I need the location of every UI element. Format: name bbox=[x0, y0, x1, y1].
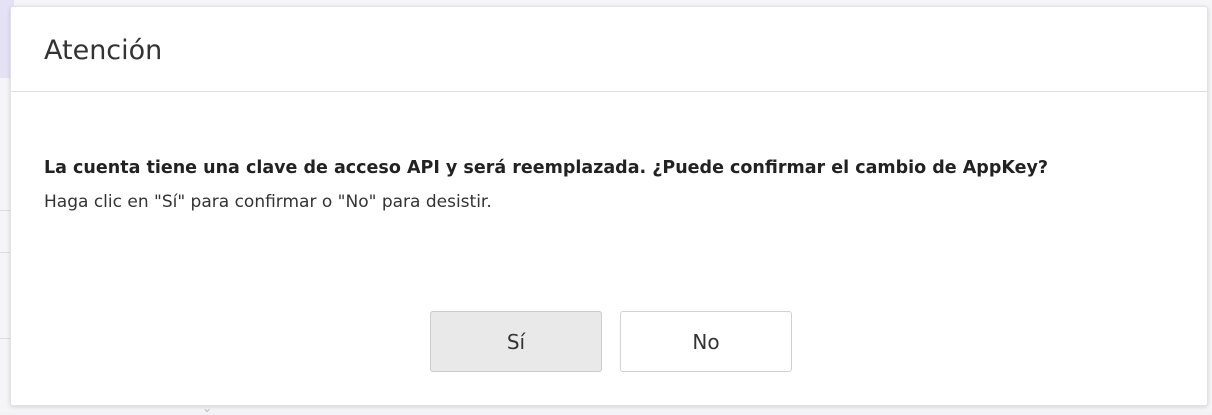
dialog-hint: Haga clic en "Sí" para confirmar o "No" … bbox=[44, 192, 492, 212]
dialog-footer: Sí No bbox=[11, 311, 1207, 372]
confirmation-dialog: Atención La cuenta tiene una clave de ac… bbox=[10, 6, 1208, 406]
dialog-message: La cuenta tiene una clave de acceso API … bbox=[44, 158, 1049, 178]
dialog-header: Atención bbox=[11, 7, 1207, 92]
yes-button[interactable]: Sí bbox=[430, 311, 602, 372]
dialog-title: Atención bbox=[44, 35, 163, 66]
dialog-body: La cuenta tiene una clave de acceso API … bbox=[44, 155, 1187, 215]
no-button[interactable]: No bbox=[620, 311, 792, 372]
